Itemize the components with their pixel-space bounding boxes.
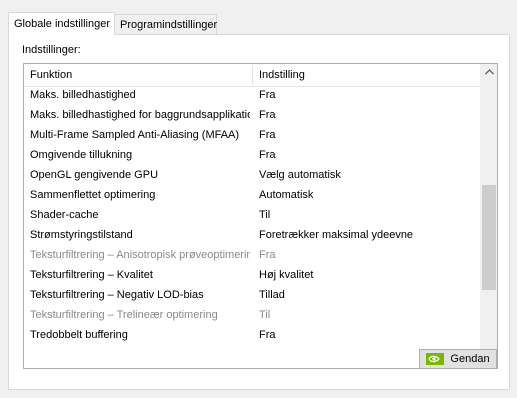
function-cell: Teksturfiltrering – Kvalitet [30,269,153,281]
table-row[interactable]: Maks. billedhastighed for baggrundsappli… [24,105,482,125]
list-header: Funktion Indstilling [24,64,482,87]
function-cell: Maks. billedhastighed [30,89,136,101]
global-settings-window: Globale indstillinger Programindstilling… [0,0,517,398]
table-row[interactable]: Teksturfiltrering – Anisotropisk prøveop… [24,245,482,265]
setting-value-cell: Fra [259,149,276,161]
tab-global-settings[interactable]: Globale indstillinger [8,12,115,35]
settings-rows: Maks. billedhastighed Fra Maks. billedhast… [24,85,482,368]
setting-value-cell: Fra [259,89,276,101]
function-cell: Sammenflettet optimering [30,189,156,201]
table-row[interactable]: Teksturfiltrering – Negativ LOD-bias Till… [24,285,482,305]
restore-button[interactable]: Gendan [419,349,497,369]
function-cell: Tredobbelt buffering [30,329,128,341]
function-cell: Shader-cache [30,209,99,221]
setting-value-cell: Høj kvalitet [259,269,314,281]
tab-global-settings-label: Globale indstillinger [14,18,110,30]
table-row[interactable]: Teksturfiltrering – Trelineær optimering… [24,305,482,325]
function-cell: Omgivende tillukning [30,149,133,161]
column-divider[interactable] [252,65,253,85]
tab-program-settings-label: Programindstillinger [120,19,218,31]
setting-value-cell: Fra [259,129,276,141]
table-row[interactable]: Omgivende tillukning Fra [24,145,482,165]
setting-value-cell: Automatisk [259,189,314,201]
function-cell: Teksturfiltrering – Trelineær optimering [30,309,218,321]
column-header-function[interactable]: Funktion [30,64,72,86]
table-row[interactable]: Teksturfiltrering – Kvalitet Høj kvalitet [24,265,482,285]
setting-value-cell: Foretrækker maksimal ydeevne [259,229,414,241]
settings-label: Indstillinger: [22,44,81,56]
table-row[interactable]: Shader-cache Til [24,205,482,225]
table-row[interactable]: Multi-Frame Sampled Anti-Aliasing (MFAA)… [24,125,482,145]
settings-list[interactable]: Funktion Indstilling Maks. billedhastigh… [23,63,498,369]
scroll-up-icon[interactable] [481,64,497,81]
setting-value-cell: Fra [259,329,276,341]
function-cell: Teksturfiltrering – Anisotropisk prøveop… [30,249,250,261]
table-row[interactable]: Sammenflettet optimering Automatisk [24,185,482,205]
function-cell: Strømstyringstilstand [30,229,133,241]
function-cell: OpenGL gengivende GPU [30,169,159,181]
scroll-thumb[interactable] [482,185,496,290]
nvidia-logo-icon [426,353,445,365]
setting-value-cell: Til [259,209,271,221]
setting-value-cell: Fra [259,249,276,261]
table-row[interactable]: OpenGL gengivende GPU Vælg automatisk [24,165,482,185]
vertical-scrollbar[interactable] [480,64,497,368]
table-row[interactable]: Strømstyringstilstand Foretrækker maksima… [24,225,482,245]
function-cell: Multi-Frame Sampled Anti-Aliasing (MFAA) [30,129,240,141]
tab-panel: Indstillinger: Funktion Indstilling Maks… [8,34,510,390]
function-cell: Teksturfiltrering – Negativ LOD-bias [30,289,204,301]
function-cell: Maks. billedhastighed for baggrundsappli… [30,109,250,121]
tab-program-settings[interactable]: Programindstillinger [114,14,217,34]
table-row[interactable]: Maks. billedhastighed Fra [24,85,482,105]
column-header-setting[interactable]: Indstilling [259,64,305,86]
setting-value-cell: Fra [259,109,276,121]
setting-value-cell: Tillad [259,289,285,301]
restore-button-label: Gendan [450,353,490,365]
setting-value-cell: Vælg automatisk [259,169,341,181]
setting-value-cell: Til [259,309,271,321]
table-row[interactable]: Tredobbelt buffering Fra [24,325,482,345]
